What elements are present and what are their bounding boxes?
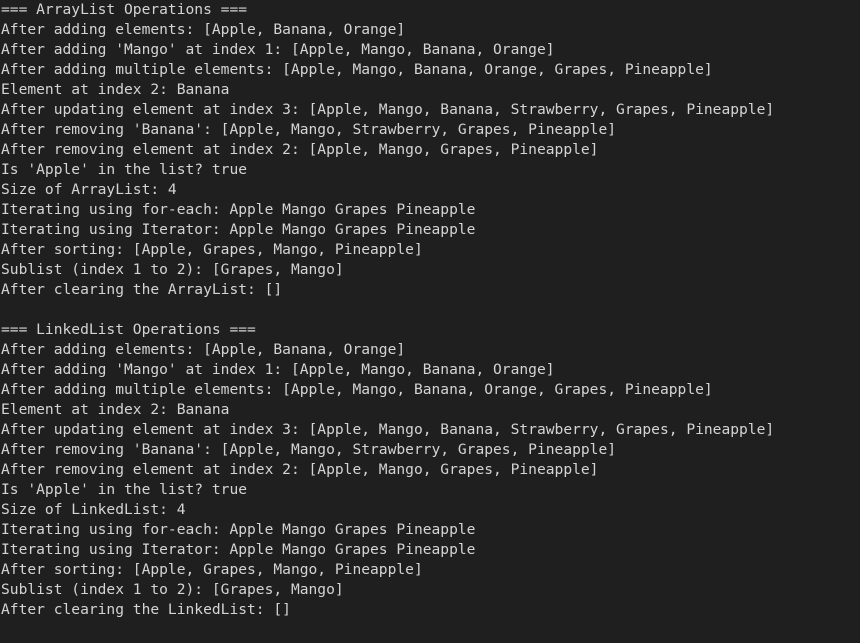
console-line: After removing 'Banana': [Apple, Mango, …: [1, 441, 617, 458]
console-line: Is 'Apple' in the list? true: [1, 481, 248, 498]
console-line: After updating element at index 3: [Appl…: [1, 421, 775, 438]
console-line: After adding 'Mango' at index 1: [Apple,…: [1, 41, 555, 58]
console-line: After clearing the ArrayList: []: [1, 281, 283, 298]
console-line: After adding elements: [Apple, Banana, O…: [1, 341, 406, 358]
console-line: Iterating using Iterator: Apple Mango Gr…: [1, 541, 476, 558]
console-line: After updating element at index 3: [Appl…: [1, 101, 775, 118]
console-line: Element at index 2: Banana: [1, 401, 230, 418]
console-line: After sorting: [Apple, Grapes, Mango, Pi…: [1, 241, 423, 258]
console-line: Size of LinkedList: 4: [1, 501, 186, 518]
console-output[interactable]: === ArrayList Operations === After addin…: [0, 0, 860, 643]
console-line: After removing element at index 2: [Appl…: [1, 461, 599, 478]
console-line: Iterating using Iterator: Apple Mango Gr…: [1, 221, 476, 238]
console-line: Iterating using for-each: Apple Mango Gr…: [1, 201, 476, 218]
console-line: Iterating using for-each: Apple Mango Gr…: [1, 521, 476, 538]
console-line: Size of ArrayList: 4: [1, 181, 177, 198]
console-line: After sorting: [Apple, Grapes, Mango, Pi…: [1, 561, 423, 578]
console-line: Sublist (index 1 to 2): [Grapes, Mango]: [1, 261, 344, 278]
console-line: After adding 'Mango' at index 1: [Apple,…: [1, 361, 555, 378]
console-line: After adding elements: [Apple, Banana, O…: [1, 21, 406, 38]
console-line: After clearing the LinkedList: []: [1, 601, 291, 618]
console-line: Is 'Apple' in the list? true: [1, 161, 248, 178]
console-line: === ArrayList Operations ===: [1, 1, 248, 18]
console-line: After removing element at index 2: [Appl…: [1, 141, 599, 158]
console-line: Element at index 2: Banana: [1, 81, 230, 98]
console-line: === LinkedList Operations ===: [1, 321, 256, 338]
console-line: After adding multiple elements: [Apple, …: [1, 381, 713, 398]
console-line: After removing 'Banana': [Apple, Mango, …: [1, 121, 617, 138]
console-line: After adding multiple elements: [Apple, …: [1, 61, 713, 78]
console-line: Sublist (index 1 to 2): [Grapes, Mango]: [1, 581, 344, 598]
